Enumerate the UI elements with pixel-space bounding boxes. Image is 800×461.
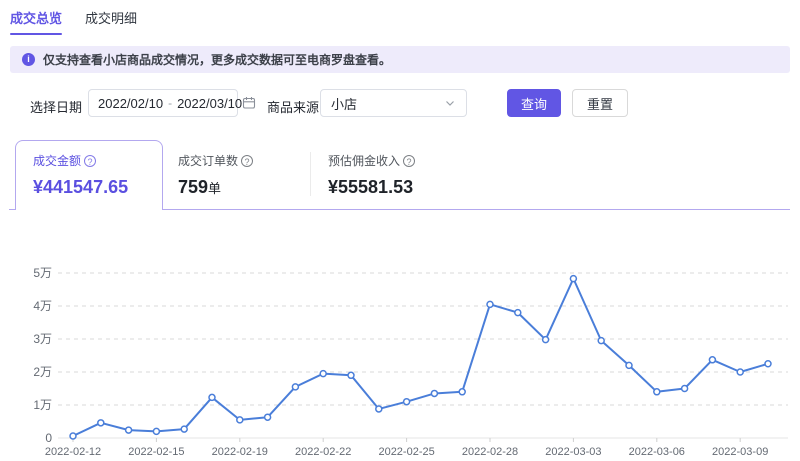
product-source-select[interactable]: 小店 — [320, 89, 467, 117]
data-point[interactable] — [543, 337, 549, 343]
help-icon[interactable]: ? — [84, 155, 96, 167]
top-tabbar: 成交总览 成交明细 — [10, 8, 137, 35]
stat-order-count-label: 成交订单数 — [178, 152, 238, 169]
tab-deal-detail[interactable]: 成交明细 — [85, 8, 137, 35]
sales-overview-page: 成交总览 成交明细 i 仅支持查看小店商品成交情况，更多成交数据可至电商罗盘查看… — [0, 0, 800, 461]
stat-order-count-value: 759 — [178, 177, 208, 197]
stat-commission-income[interactable]: 预估佣金收入 ? ¥55581.53 — [328, 152, 415, 198]
stat-deal-amount-label: 成交金额 — [33, 152, 81, 169]
chevron-down-icon — [444, 97, 456, 109]
data-point[interactable] — [431, 390, 437, 396]
x-axis-label: 2022-02-22 — [295, 446, 351, 458]
stat-commission-income-value: ¥55581.53 — [328, 177, 415, 198]
date-start-value: 2022/02/10 — [98, 96, 163, 111]
calendar-icon[interactable] — [242, 96, 256, 110]
x-axis-label: 2022-02-15 — [128, 446, 184, 458]
data-point[interactable] — [570, 276, 576, 282]
data-point[interactable] — [153, 428, 159, 434]
data-point[interactable] — [292, 384, 298, 390]
x-axis-label: 2022-02-28 — [462, 446, 518, 458]
date-end-value: 2022/03/10 — [177, 96, 242, 111]
data-point[interactable] — [626, 362, 632, 368]
info-banner: i 仅支持查看小店商品成交情况，更多成交数据可至电商罗盘查看。 — [10, 46, 790, 73]
sales-line-chart: 0 1万 2万 3万 4万 5万 2022-02-12 2022-02-15 2022-02-1… — [0, 250, 800, 461]
data-point[interactable] — [682, 386, 688, 392]
x-axis-label: 2022-03-09 — [712, 446, 768, 458]
x-axis-label: 2022-02-12 — [45, 446, 101, 458]
data-point[interactable] — [654, 389, 660, 395]
stat-commission-income-label: 预估佣金收入 — [328, 152, 400, 169]
product-source-label: 商品来源 — [267, 97, 319, 116]
data-point[interactable] — [487, 301, 493, 307]
tab-deal-overview[interactable]: 成交总览 — [10, 8, 62, 35]
reset-button[interactable]: 重置 — [572, 89, 628, 117]
stat-deal-amount-value: ¥441547.65 — [33, 177, 128, 198]
data-point[interactable] — [98, 420, 104, 426]
stat-deal-amount[interactable]: 成交金额 ? ¥441547.65 — [33, 152, 128, 198]
x-axis-label: 2022-02-19 — [212, 446, 268, 458]
pane-top-border — [163, 209, 790, 210]
data-point[interactable] — [237, 417, 243, 423]
stat-divider — [310, 152, 311, 196]
data-point[interactable] — [70, 433, 76, 439]
data-point[interactable] — [404, 399, 410, 405]
series-line — [73, 279, 768, 436]
data-point[interactable] — [515, 310, 521, 316]
data-point[interactable] — [126, 427, 132, 433]
x-axis-label: 2022-03-03 — [545, 446, 601, 458]
x-axis-label: 2022-02-25 — [378, 446, 434, 458]
y-axis-label: 4万 — [33, 299, 52, 313]
banner-text: 仅支持查看小店商品成交情况，更多成交数据可至电商罗盘查看。 — [43, 51, 391, 68]
help-icon[interactable]: ? — [403, 155, 415, 167]
data-point[interactable] — [765, 361, 771, 367]
x-axis-label: 2022-03-06 — [629, 446, 685, 458]
y-axis-label: 0 — [45, 431, 52, 445]
data-point[interactable] — [348, 372, 354, 378]
data-point[interactable] — [737, 369, 743, 375]
stat-order-count[interactable]: 成交订单数 ? 759单 — [178, 152, 253, 198]
y-axis-label: 5万 — [33, 266, 52, 280]
help-icon[interactable]: ? — [241, 155, 253, 167]
y-axis-label: 3万 — [33, 332, 52, 346]
data-point[interactable] — [320, 371, 326, 377]
date-separator: - — [168, 96, 172, 110]
data-point[interactable] — [209, 394, 215, 400]
data-point[interactable] — [181, 426, 187, 432]
stat-order-count-unit: 单 — [208, 181, 221, 196]
info-icon: i — [22, 53, 35, 66]
data-point[interactable] — [459, 389, 465, 395]
data-point[interactable] — [265, 414, 271, 420]
pane-top-border-left — [9, 209, 15, 210]
data-point[interactable] — [598, 338, 604, 344]
y-axis-label: 2万 — [33, 365, 52, 379]
query-button[interactable]: 查询 — [507, 89, 561, 117]
y-axis-label: 1万 — [33, 398, 52, 412]
data-point[interactable] — [376, 406, 382, 412]
data-point[interactable] — [709, 357, 715, 363]
date-range-label: 选择日期 — [30, 97, 82, 116]
product-source-value: 小店 — [331, 94, 357, 113]
date-range-input[interactable]: 2022/02/10 - 2022/03/10 — [88, 89, 238, 117]
